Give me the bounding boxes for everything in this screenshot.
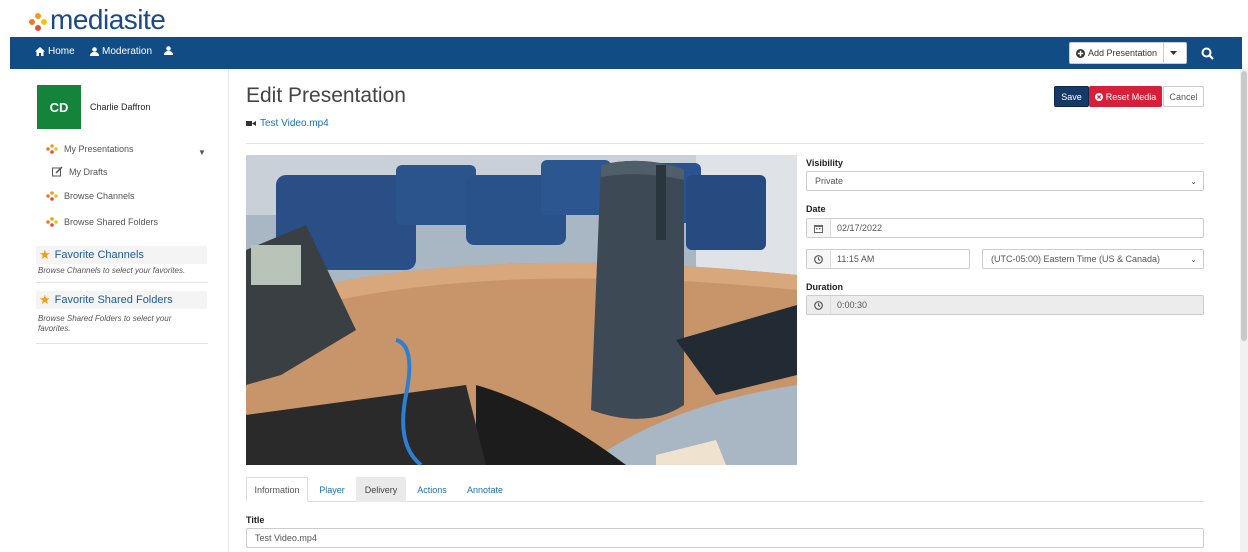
- presentation-tabs: Information Player Delivery Actions Anno…: [246, 477, 1204, 502]
- profile-icon: [164, 46, 173, 55]
- nav-home[interactable]: Home: [35, 46, 75, 57]
- star-icon: ★: [39, 292, 51, 307]
- expand-caret-icon[interactable]: ▼: [198, 148, 206, 157]
- search-icon: [1201, 47, 1214, 60]
- duration-label: Duration: [806, 282, 843, 292]
- page-scrollbar[interactable]: [1240, 69, 1248, 552]
- divider: [246, 143, 1204, 144]
- date-field[interactable]: 02/17/2022: [806, 218, 1204, 238]
- save-button[interactable]: Save: [1054, 86, 1089, 107]
- video-camera-icon: [246, 121, 256, 126]
- mediasite-dots-icon: [46, 191, 58, 201]
- cancel-button[interactable]: Cancel: [1163, 86, 1204, 107]
- media-file-name: Test Video.mp4: [260, 118, 329, 129]
- add-presentation-button[interactable]: Add Presentation: [1069, 42, 1187, 64]
- tab-actions[interactable]: Actions: [410, 477, 454, 502]
- brand-header: mediasite: [0, 0, 1248, 37]
- timezone-value: (UTC-05:00) Eastern Time (US & Canada): [991, 254, 1161, 264]
- sidebar-item-my-presentations[interactable]: My Presentations: [46, 144, 134, 154]
- visibility-select[interactable]: Private ⌄: [806, 171, 1204, 191]
- logo-text: mediasite: [50, 4, 166, 35]
- clock-icon[interactable]: [807, 250, 831, 268]
- favorite-folders-hint: Browse Shared Folders to select your fav…: [38, 314, 172, 333]
- timezone-select[interactable]: (UTC-05:00) Eastern Time (US & Canada) ⌄: [982, 249, 1204, 269]
- title-input[interactable]: Test Video.mp4: [246, 528, 1204, 548]
- video-frame-image: [246, 155, 797, 465]
- sidebar-item-label: My Drafts: [69, 166, 108, 177]
- search-button[interactable]: [1193, 41, 1221, 65]
- nav-moderation-label: Moderation: [102, 46, 153, 57]
- times-circle-icon: [1094, 92, 1103, 101]
- favorite-channels-header[interactable]: ★ Favorite Channels: [36, 246, 207, 264]
- date-value: 02/17/2022: [837, 223, 883, 233]
- nav-moderation[interactable]: Moderation: [90, 46, 152, 57]
- page-title: Edit Presentation: [246, 84, 406, 107]
- favorite-folders-title: Favorite Shared Folders: [54, 294, 173, 306]
- star-icon: ★: [39, 247, 51, 262]
- nav-profile[interactable]: [164, 46, 173, 55]
- plus-circle-icon: [1076, 48, 1085, 58]
- add-presentation-label: Add Presentation: [1088, 48, 1158, 58]
- user-icon: [90, 47, 99, 56]
- scrollbar-thumb[interactable]: [1241, 71, 1247, 341]
- mediasite-dots-icon: [46, 144, 58, 154]
- media-file-link[interactable]: Test Video.mp4: [246, 118, 329, 129]
- sidebar-item-label: Browse Channels: [64, 191, 135, 201]
- favorite-folders-header[interactable]: ★ Favorite Shared Folders: [36, 291, 207, 309]
- nav-home-label: Home: [48, 46, 75, 57]
- duration-value: 0:00:30: [837, 300, 868, 310]
- logo-dots-icon: [28, 10, 48, 31]
- reset-media-label: Reset Media: [1105, 91, 1157, 102]
- divider: [36, 343, 208, 344]
- visibility-label: Visibility: [806, 158, 843, 168]
- sidebar-item-browse-shared-folders[interactable]: Browse Shared Folders: [46, 217, 158, 227]
- sidebar-separator: [228, 69, 229, 552]
- favorite-channels-title: Favorite Channels: [54, 249, 144, 261]
- avatar[interactable]: CD: [37, 85, 81, 129]
- duration-field: 0:00:30: [806, 295, 1204, 315]
- mediasite-logo[interactable]: mediasite: [28, 4, 166, 36]
- clock-icon: [807, 296, 831, 314]
- top-nav: Home Moderation Add Presentation: [10, 37, 1242, 69]
- date-label: Date: [806, 204, 826, 214]
- mediasite-dots-icon: [46, 217, 58, 227]
- sidebar-item-browse-channels[interactable]: Browse Channels: [46, 191, 135, 201]
- sidebar-item-label: Browse Shared Folders: [64, 217, 159, 227]
- tab-annotate[interactable]: Annotate: [460, 477, 510, 502]
- chevron-down-icon: ⌄: [1190, 177, 1197, 186]
- reset-media-button[interactable]: Reset Media: [1089, 86, 1162, 107]
- home-icon: [35, 47, 45, 56]
- favorite-channels-hint: Browse Channels to select your favorites…: [38, 266, 186, 275]
- calendar-icon[interactable]: [807, 219, 831, 237]
- tab-player[interactable]: Player: [312, 477, 352, 502]
- title-label: Title: [246, 515, 265, 525]
- add-presentation-dropdown[interactable]: [1164, 43, 1182, 63]
- sidebar-item-my-drafts[interactable]: My Drafts: [52, 166, 108, 177]
- divider: [36, 282, 208, 283]
- caret-down-icon: [1169, 51, 1177, 55]
- time-value: 11:15 AM: [837, 254, 875, 264]
- time-field[interactable]: 11:15 AM: [806, 249, 970, 269]
- visibility-value: Private: [815, 176, 844, 186]
- tab-delivery[interactable]: Delivery: [356, 477, 406, 502]
- sidebar-item-label: My Presentations: [64, 144, 134, 154]
- edit-icon: [52, 166, 63, 177]
- tab-information[interactable]: Information: [246, 477, 308, 502]
- chevron-down-icon: ⌄: [1190, 255, 1197, 264]
- add-presentation-main[interactable]: Add Presentation: [1070, 43, 1165, 63]
- user-name[interactable]: Charlie Daffron: [90, 102, 150, 112]
- video-player[interactable]: [246, 155, 797, 465]
